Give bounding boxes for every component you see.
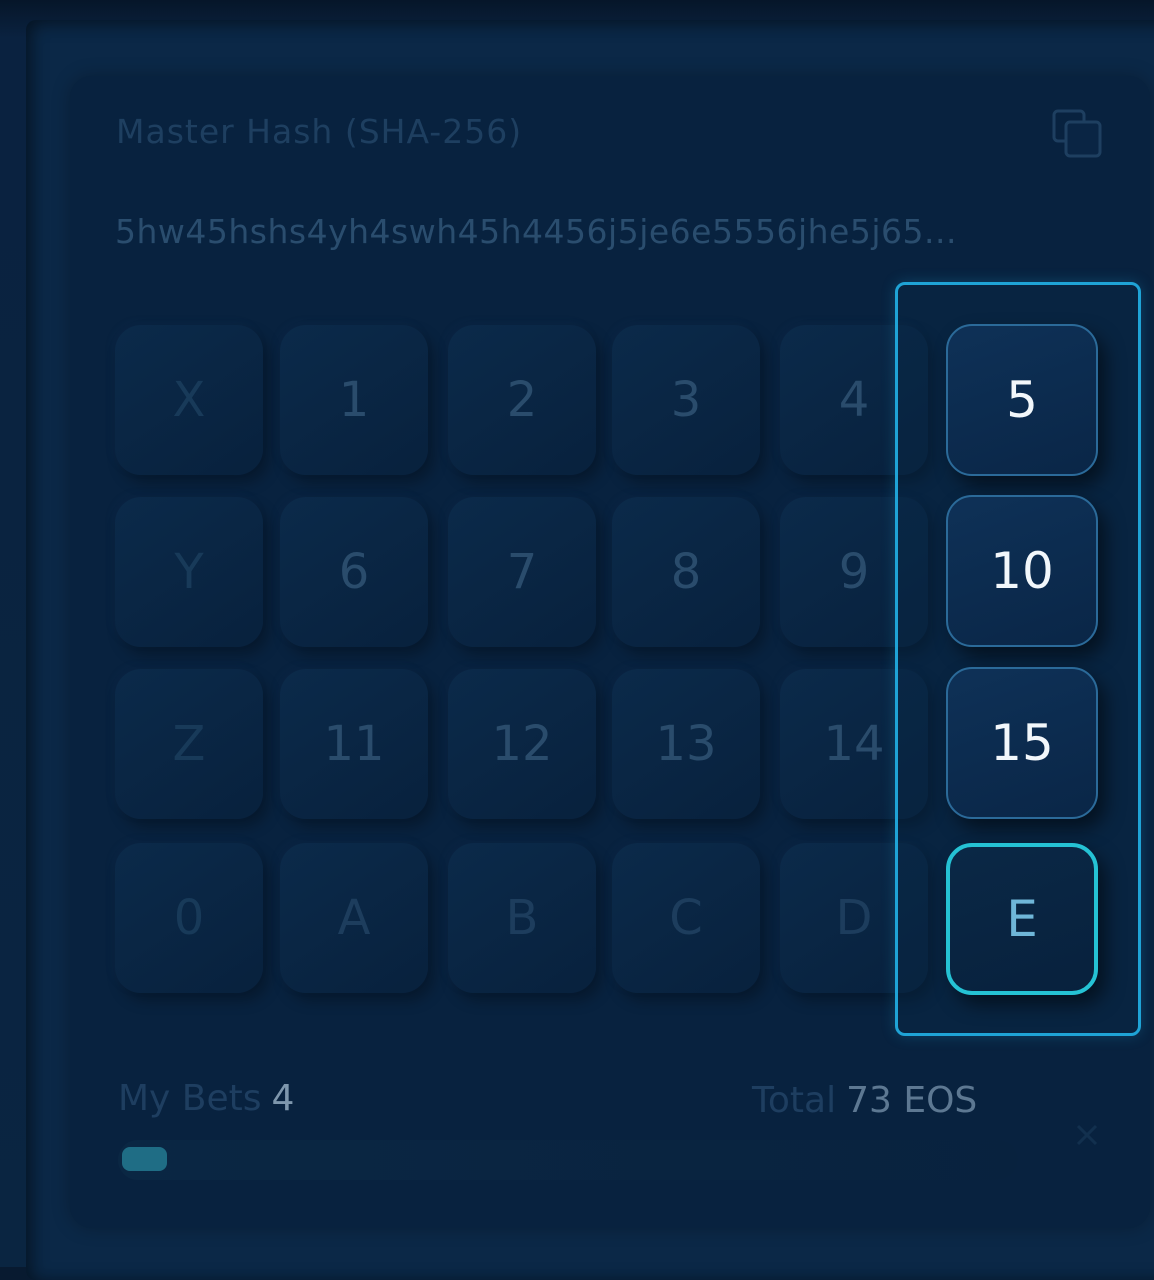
key-0[interactable]: 0 (115, 843, 263, 993)
close-icon[interactable] (1072, 1120, 1102, 1150)
key-12[interactable]: 12 (448, 669, 596, 819)
key-z[interactable]: Z (115, 669, 263, 819)
key-y[interactable]: Y (115, 497, 263, 647)
my-bets-label: My Bets (118, 1078, 262, 1119)
progress-fill (122, 1147, 167, 1171)
hash-label: Master Hash (SHA-256) (116, 112, 523, 151)
key-6[interactable]: 6 (280, 497, 428, 647)
total-value: 73 EOS (846, 1080, 978, 1121)
copy-icon[interactable] (1050, 108, 1106, 160)
my-bets: My Bets 4 (118, 1078, 294, 1119)
key-b[interactable]: B (448, 843, 596, 993)
key-3[interactable]: 3 (612, 325, 760, 475)
key-x[interactable]: X (115, 325, 263, 475)
progress-bar (118, 1140, 1018, 1180)
total-label: Total (752, 1080, 837, 1121)
key-2[interactable]: 2 (448, 325, 596, 475)
key-10[interactable]: 10 (946, 495, 1098, 647)
total: Total 73 EOS (752, 1080, 977, 1121)
key-5[interactable]: 5 (946, 324, 1098, 476)
key-a[interactable]: A (280, 843, 428, 993)
hash-value: 5hw45hshs4yh4swh45h4456j5je6e5556jhe5j65… (115, 212, 957, 251)
key-8[interactable]: 8 (612, 497, 760, 647)
my-bets-value: 4 (271, 1078, 295, 1119)
key-11[interactable]: 11 (280, 669, 428, 819)
key-e[interactable]: E (946, 843, 1098, 995)
key-7[interactable]: 7 (448, 497, 596, 647)
key-13[interactable]: 13 (612, 669, 760, 819)
key-1[interactable]: 1 (280, 325, 428, 475)
key-c[interactable]: C (612, 843, 760, 993)
key-15[interactable]: 15 (946, 667, 1098, 819)
